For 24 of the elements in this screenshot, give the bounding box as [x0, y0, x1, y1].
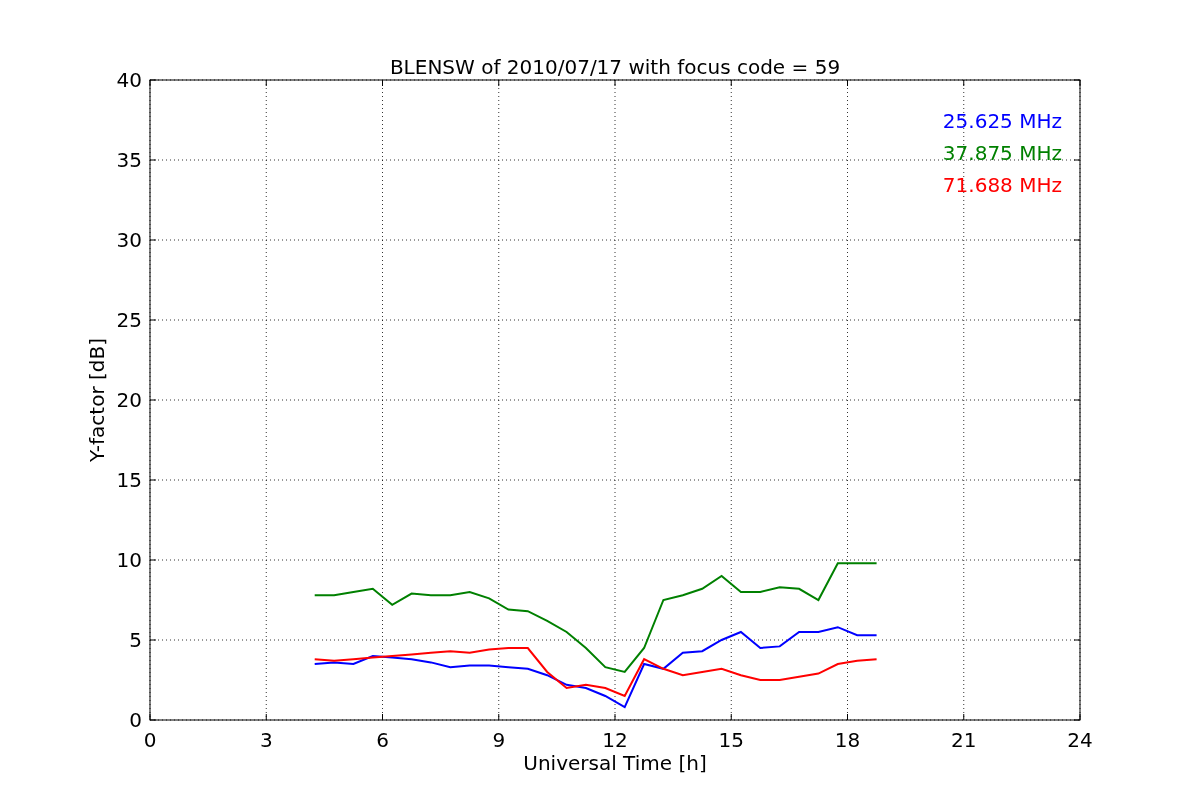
legend-label: 37.875 MHz	[942, 141, 1062, 165]
x-tick-label: 6	[376, 728, 389, 752]
y-tick-label: 0	[129, 708, 142, 732]
y-axis-label: Y-factor [dB]	[85, 338, 109, 462]
chart-title: BLENSW of 2010/07/17 with focus code = 59	[389, 55, 841, 79]
y-tick-label: 40	[116, 68, 142, 92]
y-tick-label: 15	[116, 468, 142, 492]
x-tick-label: 21	[951, 728, 977, 752]
y-tick-label: 35	[116, 148, 142, 172]
legend-label: 25.625 MHz	[942, 109, 1062, 133]
y-tick-label: 10	[116, 548, 142, 572]
y-tick-label: 5	[129, 628, 142, 652]
x-tick-label: 24	[1067, 728, 1093, 752]
y-tick-label: 20	[116, 388, 142, 412]
x-tick-label: 12	[602, 728, 628, 752]
x-tick-label: 15	[718, 728, 744, 752]
x-axis-label: Universal Time [h]	[523, 751, 707, 775]
x-tick-label: 3	[259, 728, 273, 752]
legend-label: 71.688 MHz	[942, 173, 1062, 197]
y-tick-label: 25	[116, 308, 142, 332]
x-tick-label: 9	[492, 728, 506, 752]
x-tick-label: 18	[834, 728, 861, 752]
y-tick-label: 30	[116, 228, 142, 252]
x-tick-label: 0	[143, 728, 157, 752]
